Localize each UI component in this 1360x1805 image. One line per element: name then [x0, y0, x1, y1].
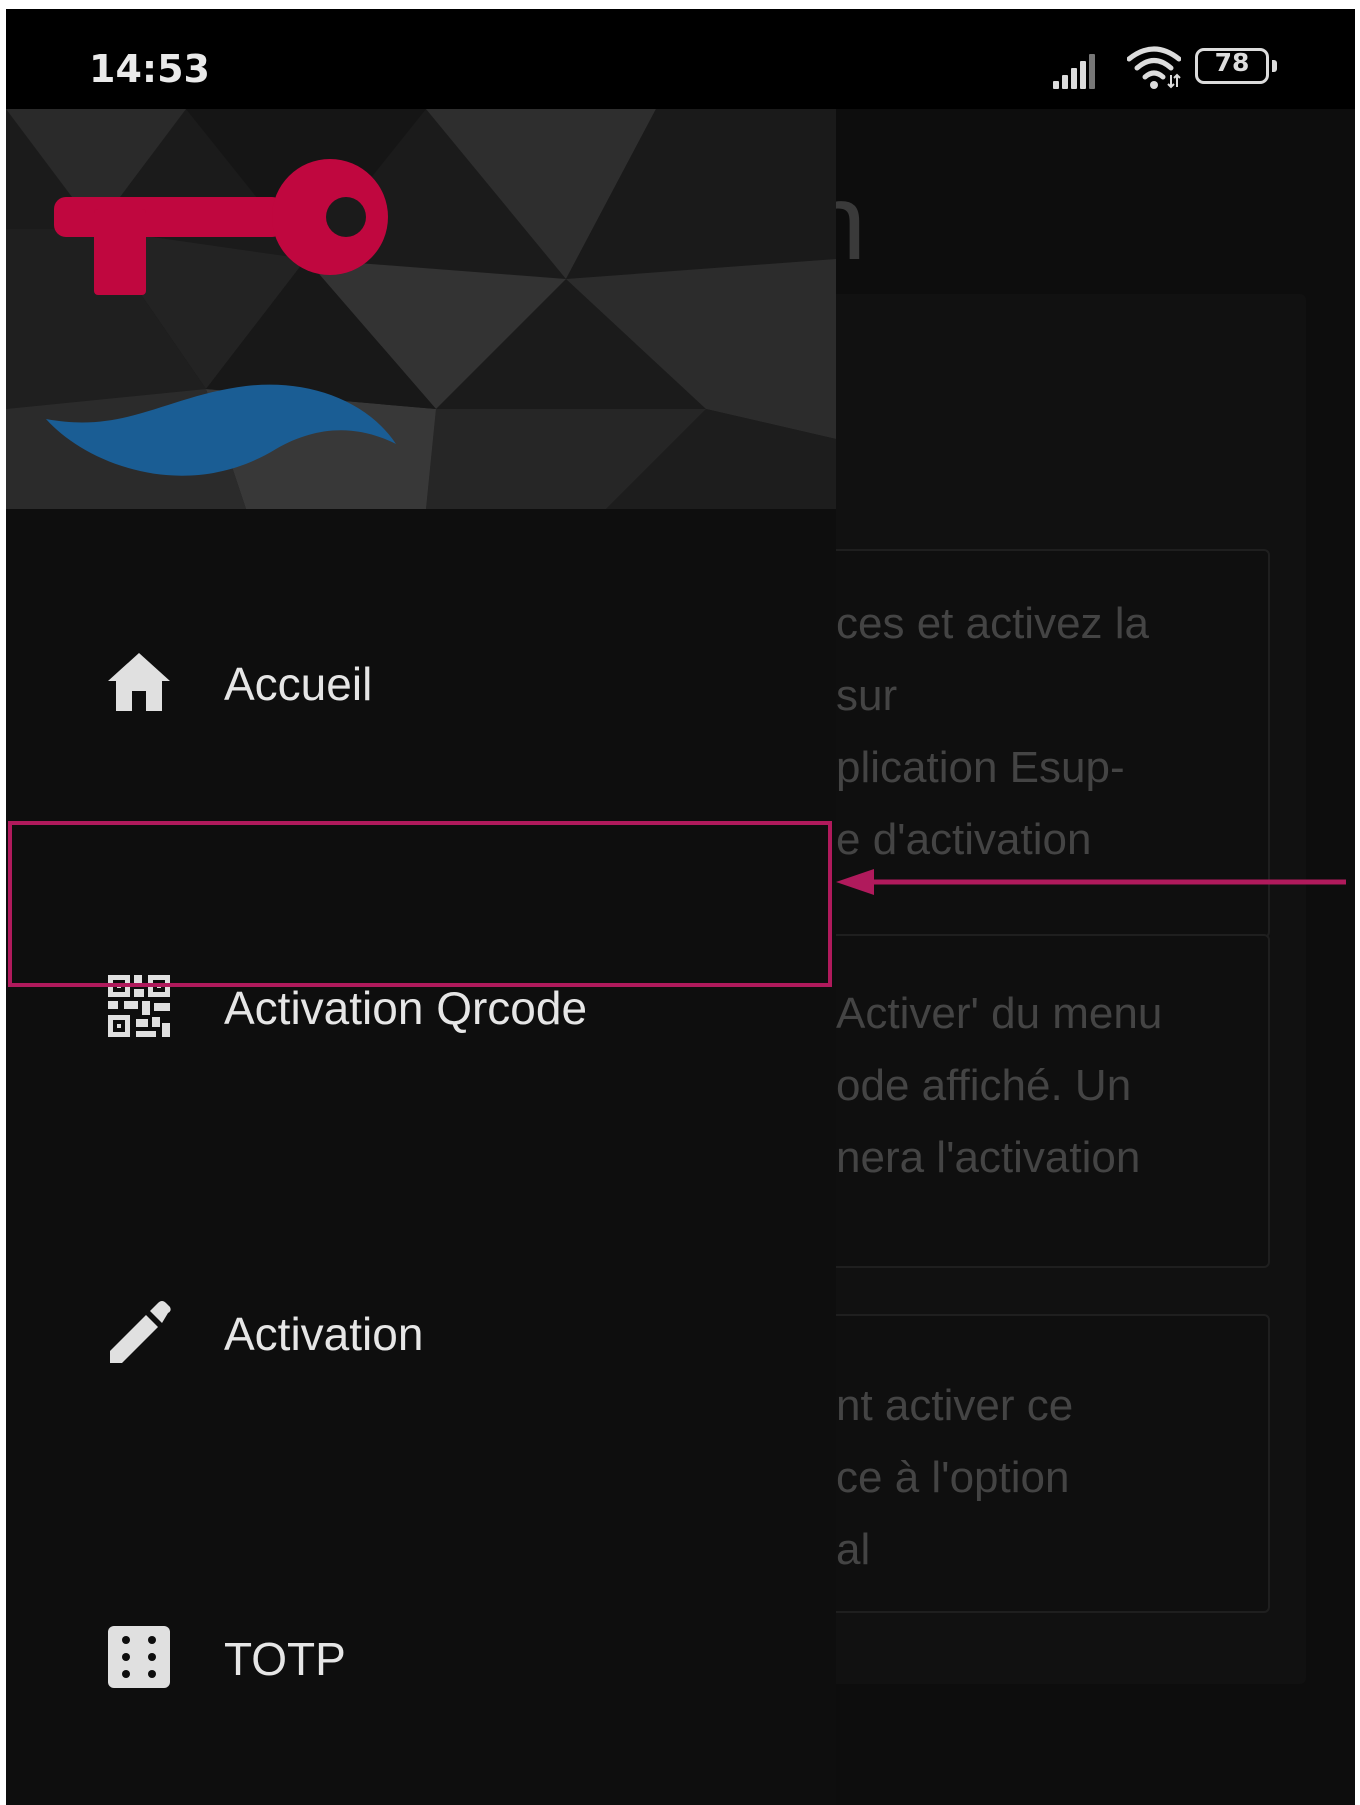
menu-item-label: Activation	[224, 1308, 424, 1360]
pencil-icon	[110, 1301, 171, 1363]
status-time: 14:53	[89, 47, 210, 91]
menu-item-activation[interactable]: Activation	[6, 1269, 836, 1389]
wifi-icon	[1127, 46, 1181, 89]
annotation-arrow-icon	[836, 869, 1346, 895]
home-icon	[108, 653, 170, 711]
menu-item-accueil[interactable]: Accueil	[6, 619, 836, 739]
dice-icon	[108, 1626, 170, 1688]
status-bar: 14:53 78	[6, 9, 1355, 109]
step2-line: Activer' du menu	[836, 989, 1163, 1038]
wave-logo-icon	[46, 384, 396, 476]
step3-line: ce à l'option	[836, 1453, 1070, 1502]
step2-line: nera l'activation	[836, 1133, 1141, 1182]
battery-icon: 78	[1195, 48, 1277, 84]
step3-line: al	[836, 1525, 871, 1574]
phone-screen: uth e ? ces et activez la sur plication …	[6, 9, 1355, 1805]
step1-line: sur	[836, 671, 898, 720]
signal-icon	[1053, 53, 1105, 89]
drawer-header	[6, 109, 836, 509]
menu-item-label: TOTP	[224, 1633, 346, 1685]
menu-item-label: Accueil	[224, 658, 373, 710]
step1-line: plication Esup-	[836, 743, 1125, 792]
battery-level: 78	[1214, 48, 1250, 77]
step2-line: ode affiché. Un	[836, 1061, 1132, 1110]
key-logo-icon	[54, 159, 388, 295]
highlight-box	[8, 821, 832, 987]
menu-item-totp[interactable]: TOTP	[6, 1594, 836, 1714]
step3-line: nt activer ce	[836, 1381, 1074, 1430]
menu-item-label: Activation Qrcode	[224, 982, 588, 1034]
step1-line: ces et activez la	[836, 599, 1150, 648]
step1-line: e d'activation	[836, 815, 1092, 864]
